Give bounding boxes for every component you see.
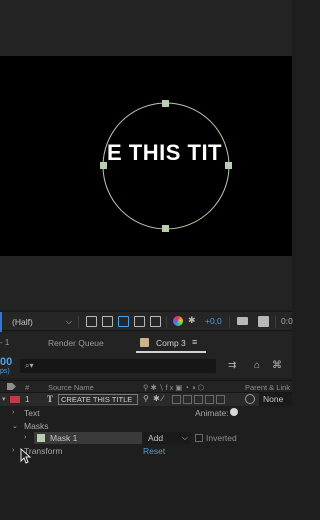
expand-triangle-icon[interactable]: ▾ bbox=[2, 395, 6, 403]
collapse-triangle-icon[interactable]: ⌄ bbox=[12, 422, 18, 430]
mask-vertex-right[interactable] bbox=[225, 162, 232, 169]
parent-pickwhip-icon[interactable] bbox=[245, 394, 255, 404]
expand-triangle-icon[interactable]: › bbox=[12, 447, 14, 454]
tab-render-queue[interactable]: Render Queue bbox=[48, 338, 104, 348]
effects-switch[interactable] bbox=[172, 395, 181, 404]
show-snapshot-icon[interactable] bbox=[258, 316, 269, 327]
color-channels-icon[interactable] bbox=[173, 316, 183, 326]
snapshot-camera-icon[interactable] bbox=[237, 317, 248, 325]
comp-mini-flowchart-icon[interactable]: ⇉ bbox=[228, 360, 240, 371]
layer-search-input[interactable]: ⌕▾ bbox=[20, 359, 216, 373]
layer-number: 1 bbox=[25, 395, 30, 404]
expand-triangle-icon[interactable]: › bbox=[12, 409, 14, 416]
layer-name[interactable]: CREATE THIS TITLE bbox=[58, 394, 138, 405]
viewer-top-area bbox=[0, 0, 292, 56]
toolbar-divider bbox=[275, 316, 276, 328]
toolbar-divider bbox=[78, 316, 79, 328]
mask-mode-value: Add bbox=[148, 433, 164, 443]
exposure-icon[interactable]: ✱ bbox=[188, 315, 196, 326]
chevron-down-icon: ⌵ bbox=[65, 317, 72, 326]
resolution-dropdown[interactable]: (Half) ⌵ bbox=[8, 315, 74, 329]
panel-menu-icon[interactable]: ≡ bbox=[192, 337, 197, 347]
mask-1-row[interactable]: › Mask 1 Add ⌵ Inverted bbox=[0, 432, 292, 444]
region-of-interest-icon[interactable] bbox=[134, 316, 145, 327]
toolbar-divider bbox=[229, 316, 230, 328]
mask-color-swatch[interactable] bbox=[37, 434, 45, 442]
layer-label-color[interactable] bbox=[10, 396, 20, 403]
edge-panel-label: - 1 bbox=[0, 338, 10, 347]
mask-vertex-left[interactable] bbox=[100, 162, 107, 169]
property-text-row: › Text Animate: bbox=[0, 407, 292, 419]
motion-blur-switch[interactable] bbox=[194, 395, 203, 404]
switches-header-icons[interactable]: ⚲✱∖fx▣◔◑⬡ bbox=[143, 383, 206, 392]
mask-vertex-top[interactable] bbox=[162, 100, 169, 107]
inverted-checkbox[interactable] bbox=[195, 434, 203, 442]
transform-reset-link[interactable]: Reset bbox=[143, 446, 165, 456]
transparency-grid-icon[interactable] bbox=[102, 316, 113, 327]
mask-mode-dropdown[interactable]: Add ⌵ bbox=[143, 432, 191, 444]
shy-layers-icon[interactable]: ⌘ bbox=[272, 360, 284, 371]
composition-icon bbox=[140, 338, 149, 347]
search-icon: ⌕▾ bbox=[25, 361, 34, 370]
composition-canvas[interactable]: E THIS TIT bbox=[0, 56, 292, 256]
property-transform-row: › Transform Reset bbox=[0, 445, 292, 457]
mask-name[interactable]: Mask 1 bbox=[50, 433, 77, 443]
animate-label[interactable]: Animate: bbox=[195, 408, 229, 418]
exposure-value[interactable]: +0,0 bbox=[205, 316, 222, 326]
property-text-label: Text bbox=[24, 408, 40, 418]
timeline-column-headers: # Source Name ⚲✱∖fx▣◔◑⬡ Parent & Link bbox=[0, 380, 292, 393]
fast-previews-icon[interactable] bbox=[86, 316, 97, 327]
viewer-bottom-area bbox=[0, 256, 292, 310]
expand-triangle-icon[interactable]: › bbox=[24, 434, 26, 441]
text-layer-icon: T bbox=[47, 394, 54, 404]
parent-dropdown[interactable]: None bbox=[259, 393, 292, 406]
mask-circle-path[interactable] bbox=[102, 102, 230, 230]
column-number[interactable]: # bbox=[25, 383, 29, 392]
frame-blend-switch[interactable] bbox=[183, 395, 192, 404]
3d-layer-switch[interactable] bbox=[216, 395, 225, 404]
column-source-name[interactable]: Source Name bbox=[48, 383, 94, 392]
toolbar-divider bbox=[166, 316, 167, 328]
draft-3d-icon[interactable]: ⌂ bbox=[254, 360, 266, 371]
resolution-value: (Half) bbox=[12, 317, 33, 327]
timeline-controls: 00 ps) ⌕▾ ⇉ ⌂ ⌘ bbox=[0, 354, 292, 378]
grid-guides-icon[interactable] bbox=[150, 316, 161, 327]
tab-comp-3-label: Comp 3 bbox=[156, 338, 186, 348]
mask-vertex-bottom[interactable] bbox=[162, 225, 169, 232]
quality-switch-icon[interactable]: ∕ bbox=[162, 394, 163, 403]
layer-row[interactable]: ▾ 1 T CREATE THIS TITLE ⚲ ✱ ∕ None bbox=[0, 393, 292, 406]
current-timecode[interactable]: 00 bbox=[0, 356, 12, 368]
viewer-toolbar: (Half) ⌵ ✱ +0,0 0:0 bbox=[0, 311, 293, 332]
shy-switch-icon[interactable]: ⚲ bbox=[143, 394, 149, 403]
active-tab-underline bbox=[136, 351, 206, 353]
chevron-down-icon: ⌵ bbox=[181, 433, 188, 442]
timecode-fps: ps) bbox=[0, 368, 10, 375]
adjustment-switch[interactable] bbox=[205, 395, 214, 404]
viewer-timecode[interactable]: 0:0 bbox=[281, 316, 293, 326]
property-masks-label: Masks bbox=[24, 421, 49, 431]
collapse-switch-icon[interactable]: ✱ bbox=[153, 394, 160, 403]
inverted-label: Inverted bbox=[206, 433, 237, 443]
column-parent-link[interactable]: Parent & Link bbox=[245, 383, 290, 392]
active-panel-indicator bbox=[0, 312, 2, 332]
tab-comp-3[interactable]: Comp 3 ≡ bbox=[132, 332, 206, 354]
animate-menu-icon[interactable] bbox=[230, 408, 238, 416]
label-tag-icon[interactable] bbox=[7, 383, 16, 390]
mouse-cursor-icon bbox=[20, 448, 32, 464]
mask-visibility-icon[interactable] bbox=[118, 316, 129, 327]
canvas-title-text: E THIS TIT bbox=[107, 140, 222, 165]
timeline-tab-bar: Render Queue Comp 3 ≡ bbox=[0, 332, 292, 354]
property-masks-row: ⌄ Masks bbox=[0, 420, 292, 432]
